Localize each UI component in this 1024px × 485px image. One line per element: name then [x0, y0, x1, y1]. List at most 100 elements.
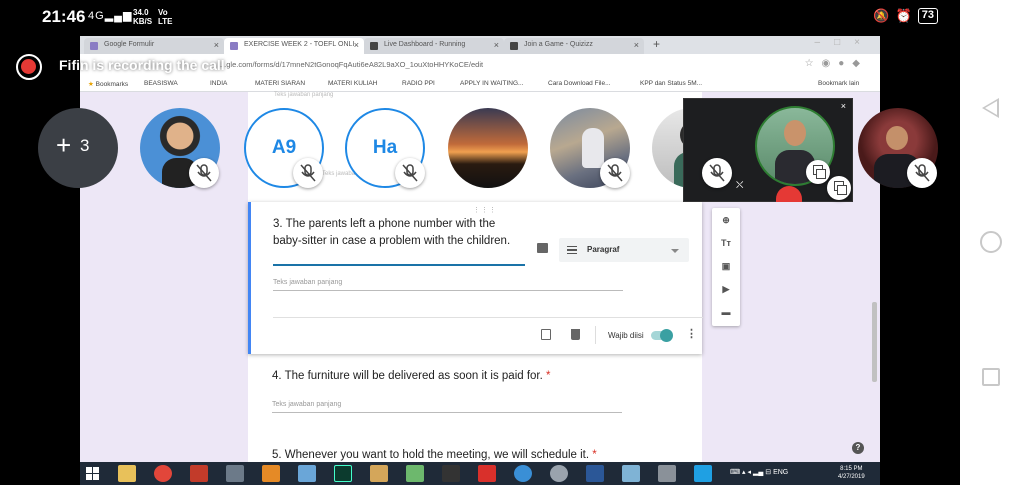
- bell-off-icon: 🔕: [873, 8, 890, 23]
- bookmark-item[interactable]: KPP dan Status 5M...: [640, 80, 702, 87]
- app-icon[interactable]: [406, 465, 424, 482]
- add-question-icon[interactable]: ⊕: [720, 214, 732, 226]
- app-icon[interactable]: [442, 465, 460, 482]
- video-icon[interactable]: ▶: [720, 283, 732, 295]
- section-icon[interactable]: ▬: [720, 306, 732, 318]
- duplicate-icon[interactable]: [541, 329, 551, 340]
- screen-root: 21:46 4G▂▄▆ 34.0 KB/S Vo LTE 🔕 ⏰ 73 Google…: [0, 0, 1024, 485]
- question-4-title[interactable]: 4. The furniture will be delivered as so…: [272, 370, 551, 382]
- more-participants-count: 3: [80, 136, 90, 155]
- required-toggle[interactable]: [651, 329, 673, 342]
- question-title-underline: [273, 264, 525, 266]
- phone-status-bar: 21:46 4G▂▄▆ 34.0 KB/S Vo LTE 🔕 ⏰ 73: [0, 0, 960, 36]
- forms-favicon-icon: [90, 42, 98, 50]
- taskbar-clock[interactable]: 8:15 PM 4/27/2019: [838, 465, 865, 481]
- question-card-active[interactable]: ⋮⋮⋮ 3. The parents left a phone number w…: [248, 202, 703, 354]
- new-tab-icon[interactable]: +: [653, 37, 660, 51]
- status-time: 21:46: [42, 7, 86, 26]
- image-icon[interactable]: [537, 243, 548, 253]
- app-icon[interactable]: [658, 465, 676, 482]
- volte-top: Vo: [158, 8, 168, 17]
- bookmark-item[interactable]: APPLY IN WAITING...: [460, 80, 523, 87]
- close-icon[interactable]: ×: [214, 40, 219, 50]
- bookmark-item[interactable]: RADIO PPI: [402, 80, 435, 87]
- star-icon: ★: [88, 81, 96, 88]
- question-4-text: 4. The furniture will be delivered as so…: [272, 370, 543, 382]
- bookmark-item[interactable]: ★ Bookmarks: [88, 80, 128, 88]
- close-icon[interactable]: ×: [634, 40, 639, 50]
- audition-icon[interactable]: [334, 465, 352, 482]
- app-icon[interactable]: [550, 465, 568, 482]
- question-5-title[interactable]: 5. Whenever you want to hold the meeting…: [272, 449, 597, 461]
- system-tray[interactable]: ⌨ ▴ ◂ ▂▄ ⊟ ENG: [730, 468, 788, 476]
- answer-line: [272, 412, 622, 413]
- bookmark-item[interactable]: BEASISWA: [144, 80, 178, 87]
- tab-exercise[interactable]: EXERCISE WEEK 2 - TOEFL ONLI ×: [224, 38, 364, 54]
- more-vert-icon[interactable]: ⋮: [686, 327, 697, 340]
- app-icon[interactable]: [514, 465, 532, 482]
- mic-off-icon: [600, 158, 630, 188]
- bookmark-item[interactable]: MATERI KULIAH: [328, 80, 377, 87]
- tab-label: EXERCISE WEEK 2 - TOEFL ONLI: [244, 41, 355, 48]
- word-icon[interactable]: [586, 465, 604, 482]
- app-icon[interactable]: [370, 465, 388, 482]
- bookmarks-bar: ★ Bookmarks BEASISWA INDIA MATERI SIARAN…: [80, 76, 880, 92]
- extension-icons[interactable]: ☆◉●◆: [805, 58, 868, 69]
- windows-start-icon[interactable]: [86, 467, 100, 481]
- app-icon[interactable]: [298, 465, 316, 482]
- close-icon[interactable]: ×: [354, 40, 359, 50]
- app-icon[interactable]: [622, 465, 640, 482]
- scrollbar-thumb[interactable]: [872, 302, 877, 382]
- bookmark-item[interactable]: Bookmark lain: [818, 80, 859, 87]
- home-icon[interactable]: [980, 231, 1002, 253]
- tab-live-dashboard[interactable]: Live Dashboard - Running ×: [364, 38, 504, 54]
- media-player-icon[interactable]: [262, 465, 280, 482]
- image-icon[interactable]: ▣: [720, 260, 732, 272]
- skype-icon[interactable]: [694, 465, 712, 482]
- help-icon[interactable]: ?: [852, 442, 864, 454]
- tab-google-forms[interactable]: Google Formulir ×: [84, 38, 224, 54]
- recording-status: Fifin is recording the call: [59, 57, 225, 73]
- participant-avatar[interactable]: [448, 108, 528, 188]
- plus-icon: +: [56, 130, 72, 160]
- close-icon[interactable]: ×: [841, 101, 846, 111]
- tab-label: Live Dashboard - Running: [384, 41, 466, 48]
- close-icon[interactable]: ×: [494, 40, 499, 50]
- data-speed: 34.0 KB/S: [133, 8, 152, 26]
- battery-icon: 73: [917, 8, 938, 24]
- app-icon[interactable]: [226, 465, 244, 482]
- window-controls[interactable]: –□×: [815, 37, 874, 48]
- camera-off-icon[interactable]: ⛌: [736, 180, 743, 191]
- app-icon[interactable]: [190, 465, 208, 482]
- recording-icon: [16, 54, 42, 80]
- switch-camera-icon[interactable]: [827, 176, 851, 200]
- switch-camera-icon[interactable]: [806, 160, 830, 184]
- bookmark-item[interactable]: Cara Download File...: [548, 80, 611, 87]
- trash-icon[interactable]: [571, 329, 580, 340]
- mic-off-icon: [395, 158, 425, 188]
- recent-apps-icon[interactable]: [982, 368, 1000, 386]
- chrome-icon[interactable]: [154, 465, 172, 482]
- mic-off-icon: [189, 158, 219, 188]
- answer-hint: Teks jawaban panjang: [272, 401, 342, 408]
- alarm-icon: ⏰: [895, 8, 912, 23]
- answer-type-select[interactable]: Paragraf: [559, 238, 689, 262]
- back-icon[interactable]: [982, 98, 999, 118]
- question-side-toolbar: ⊕ Tт ▣ ▶ ▬: [712, 208, 740, 326]
- bookmark-item[interactable]: INDIA: [210, 80, 227, 87]
- answer-hint: Teks jawaban panjang: [273, 279, 343, 286]
- tab-label: Google Formulir: [104, 41, 155, 48]
- question-3-title[interactable]: 3. The parents left a phone number with …: [273, 216, 523, 250]
- acrobat-icon[interactable]: [478, 465, 496, 482]
- prev-answer-hint: Teks jawaban panjang: [274, 92, 334, 98]
- mic-off-icon: [702, 158, 732, 188]
- drag-handle-icon[interactable]: ⋮⋮⋮: [473, 206, 497, 214]
- file-explorer-icon[interactable]: [118, 465, 136, 482]
- card-divider: [273, 317, 703, 318]
- title-icon[interactable]: Tт: [720, 237, 732, 249]
- bookmark-item[interactable]: MATERI SIARAN: [255, 80, 305, 87]
- mic-off-icon: [293, 158, 323, 188]
- toolbar-separator: [595, 326, 596, 344]
- more-participants-button[interactable]: + 3: [38, 108, 118, 188]
- tab-join-game[interactable]: Join a Game - Quizizz ×: [504, 38, 644, 54]
